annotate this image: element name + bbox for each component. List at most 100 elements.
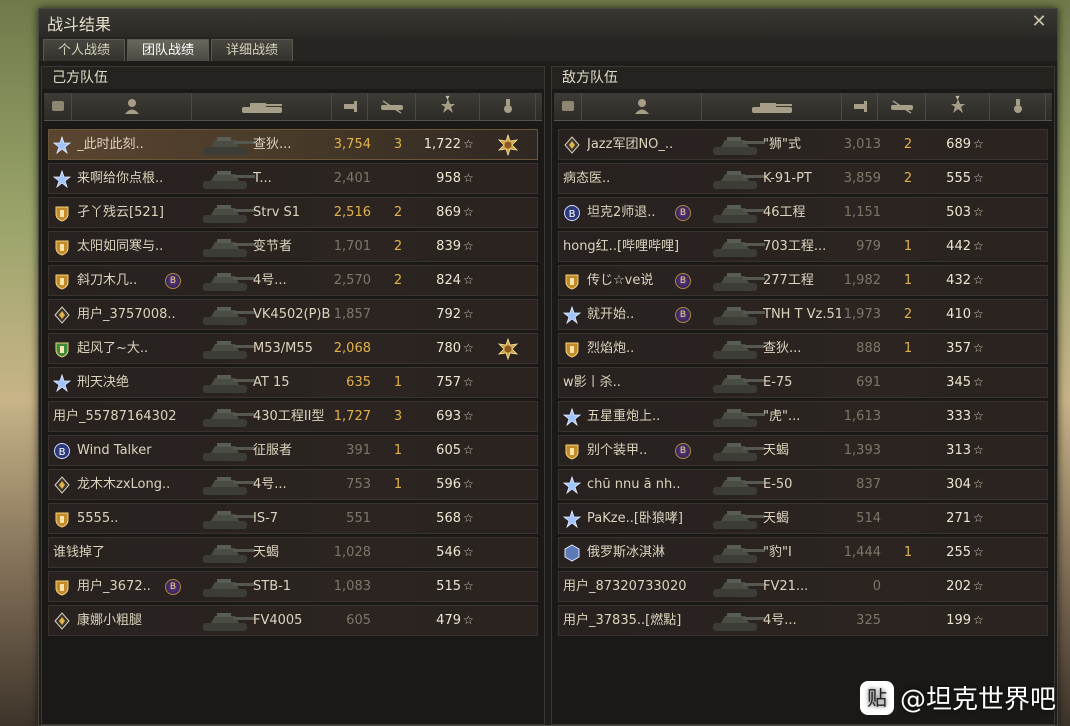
enemy-damage-header[interactable] (842, 93, 878, 121)
enemy-player-row[interactable]: hong红..[哔哩哔哩] 703工程... 979 1 442 ☆ (558, 231, 1048, 262)
kills-value (897, 572, 919, 601)
tab-detailed[interactable]: 详细战绩 (211, 39, 294, 61)
ally-player-row[interactable]: _此时此刻.. 查狄... 3,754 3 1,722 ☆ (48, 129, 538, 160)
kills-value: 1 (393, 443, 403, 458)
tank-icon (709, 268, 767, 294)
medal-icon[interactable] (497, 334, 519, 363)
enemy-kills-header[interactable] (878, 93, 926, 121)
kills-value (387, 300, 409, 329)
tank-icon (709, 574, 767, 600)
xp-value: 568 (436, 511, 461, 526)
ally-vehicle-header[interactable] (192, 93, 332, 121)
enemy-player-header[interactable] (582, 93, 702, 121)
damage-value: 2,068 (333, 341, 371, 356)
damage-header-icon (343, 101, 357, 112)
ally-player-row[interactable]: 孑丫残云[521] Strv S1 2,516 2 869 ☆ (48, 197, 538, 228)
player-header-icon (634, 99, 649, 114)
enemy-player-row[interactable]: 就开始.. B TNH T Vz.51 1,973 2 410 ☆ (558, 299, 1048, 330)
kills-value: 1 (903, 273, 913, 288)
ally-player-header[interactable] (72, 93, 192, 121)
enemy-xp-header[interactable]: ▾ (926, 93, 990, 121)
enemy-player-row[interactable]: B 坦克2师退.. B 46工程 1,151 503 ☆ (558, 197, 1048, 228)
enemy-player-row[interactable]: Jazz军团NO_.. "狮"式 3,013 2 689 ☆ (558, 129, 1048, 160)
xp-value: 357 (946, 341, 971, 356)
enemy-player-row[interactable]: 用户_87320733020 FV21... 0 202 ☆ (558, 571, 1048, 602)
platoon-header-icon (51, 101, 64, 111)
tank-icon (199, 132, 257, 158)
ally-player-row[interactable]: 起风了~大.. M53/M55 2,068 780 ☆ (48, 333, 538, 364)
enemy-player-row[interactable]: 五星重炮上.. "虎"... 1,613 333 ☆ (558, 401, 1048, 432)
enemy-player-row[interactable]: chū nnu ā nh.. E-50 837 304 ☆ (558, 469, 1048, 500)
enemy-vehicle-header[interactable] (702, 93, 842, 121)
xp-star-icon: ☆ (463, 579, 474, 593)
tank-icon (199, 540, 257, 566)
ally-player-row[interactable]: 康娜小粗腿 FV4005 605 479 ☆ (48, 605, 538, 636)
enemy-player-row[interactable]: 别个装甲.. B 天蝎 1,393 313 ☆ (558, 435, 1048, 466)
ally-player-row[interactable]: 5555.. IS-7 551 568 ☆ (48, 503, 538, 534)
ally-player-row[interactable]: 用户_3757008.. VK4502(P)B 1,857 792 ☆ (48, 299, 538, 330)
ally-platoon-header[interactable] (44, 93, 72, 121)
ally-medal-header[interactable] (480, 93, 536, 121)
ally-player-row[interactable]: 用户_55787164302 430工程II型 1,727 3 693 ☆ (48, 401, 538, 432)
tank-icon (709, 540, 767, 566)
shield-rank-icon (53, 266, 71, 295)
ally-player-row[interactable]: 太阳如同寒与.. 变节者 1,701 2 839 ☆ (48, 231, 538, 262)
tank-icon (199, 608, 257, 634)
enemy-platoon-header[interactable] (554, 93, 582, 121)
tank-icon (199, 404, 257, 430)
tab-personal[interactable]: 个人战绩 (43, 39, 126, 61)
ally-player-row[interactable]: 龙木木zxLong.. 4号... 753 1 596 ☆ (48, 469, 538, 500)
kills-value (387, 504, 409, 533)
xp-star-icon: ☆ (463, 409, 474, 423)
kills-value (387, 538, 409, 567)
tank-icon (709, 302, 767, 328)
ally-player-row[interactable]: B Wind Talker 征服者 391 1 605 ☆ (48, 435, 538, 466)
damage-value: 888 (856, 341, 881, 356)
ally-player-row[interactable]: 来啊给你点根.. T... 2,401 958 ☆ (48, 163, 538, 194)
xp-value: 345 (946, 375, 971, 390)
kills-value: 1 (393, 477, 403, 492)
tank-icon (709, 132, 767, 158)
enemy-player-row[interactable]: w影丨杀.. E-75 691 345 ☆ (558, 367, 1048, 398)
ally-kills-header[interactable] (368, 93, 416, 121)
xp-star-icon: ☆ (973, 511, 984, 525)
tank-icon (709, 608, 767, 634)
xp-value: 689 (946, 137, 971, 152)
player-name: 龙木木zxLong.. (77, 477, 171, 492)
enemy-player-row[interactable]: 烈焰炮.. 查狄... 888 1 357 ☆ (558, 333, 1048, 364)
xp-value: 605 (436, 443, 461, 458)
player-name: 用户_37835..[燃點] (563, 613, 682, 628)
ally-player-row[interactable]: 用户_3672.. B STB-1 1,083 515 ☆ (48, 571, 538, 602)
close-icon[interactable]: ✕ (1029, 12, 1049, 32)
enemy-player-row[interactable]: 传じ☆ve说 B 277工程 1,982 1 432 ☆ (558, 265, 1048, 296)
damage-value: 1,973 (843, 307, 881, 322)
window-title: 战斗结果 (47, 15, 112, 34)
damage-value: 837 (856, 477, 881, 492)
kills-value (387, 572, 409, 601)
xp-star-icon: ☆ (463, 205, 474, 219)
tank-icon (199, 574, 257, 600)
xp-star-icon: ☆ (973, 375, 984, 389)
enemy-player-row[interactable]: 俄罗斯冰淇淋 "豹"I 1,444 1 255 ☆ (558, 537, 1048, 568)
ally-player-row[interactable]: 斜刀木几.. B 4号... 2,570 2 824 ☆ (48, 265, 538, 296)
damage-value: 1,444 (843, 545, 881, 560)
ally-player-row[interactable]: 谁钱掉了 天蝎 1,028 546 ☆ (48, 537, 538, 568)
xp-star-icon: ☆ (973, 239, 984, 253)
ally-damage-header[interactable] (332, 93, 368, 121)
xp-value: 780 (436, 341, 461, 356)
clan-badge-icon: B (675, 273, 691, 289)
tank-icon (199, 336, 257, 362)
enemy-player-row[interactable]: 用户_37835..[燃點] 4号... 325 199 ☆ (558, 605, 1048, 636)
player-name: 用户_55787164302 (53, 409, 177, 424)
enemy-player-row[interactable]: 病态医.. K-91-PT 3,859 2 555 ☆ (558, 163, 1048, 194)
clan-badge-icon: B (675, 307, 691, 323)
clan-badge-icon: B (675, 443, 691, 459)
medal-icon[interactable] (497, 130, 519, 159)
tank-icon (709, 438, 767, 464)
tab-team[interactable]: 团队战绩 (127, 39, 210, 61)
b-badge-rank-icon: B (53, 436, 71, 465)
ally-player-row[interactable]: 刑天决绝 AT 15 635 1 757 ☆ (48, 367, 538, 398)
enemy-player-row[interactable]: PaKze..[卧狼哮] 天蝎 514 271 ☆ (558, 503, 1048, 534)
ally-xp-header[interactable]: ▾ (416, 93, 480, 121)
enemy-medal-header[interactable] (990, 93, 1046, 121)
